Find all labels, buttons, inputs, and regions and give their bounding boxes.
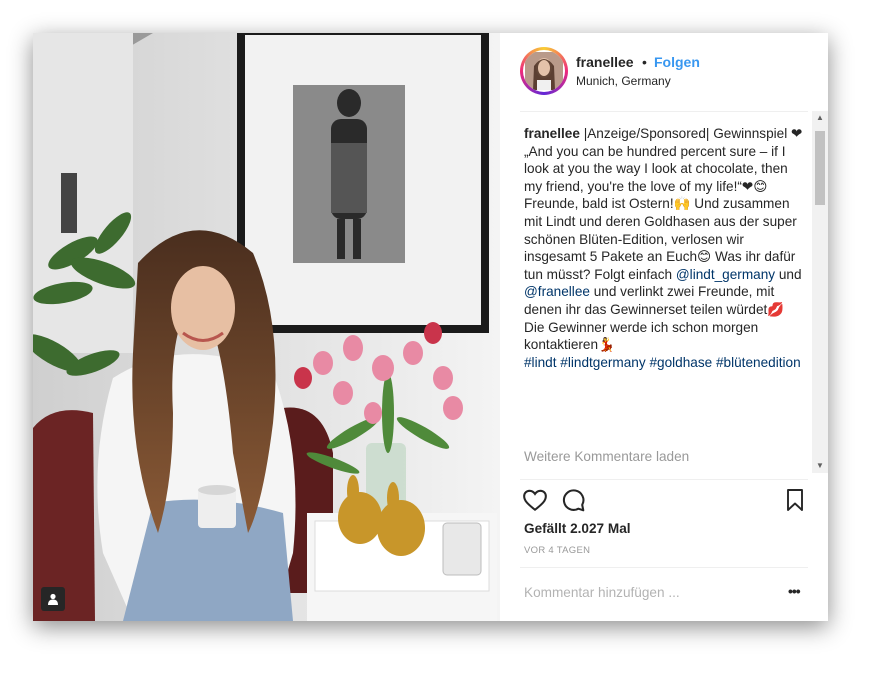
caption-text: |Anzeige/Sponsored| Gewinnspiel ❤ „And y… [524,126,803,282]
caption-tag-link[interactable]: #lindtgermany [560,355,645,370]
speech-bubble-icon[interactable] [560,487,586,518]
more-options-button[interactable]: ••• [788,583,801,599]
post-header: franellee • Folgen Munich, Germany [520,47,816,97]
heart-icon[interactable] [522,487,548,518]
bookmark-icon[interactable] [784,488,806,517]
load-more-comments-link[interactable]: Weitere Kommentare laden [524,449,689,464]
caption-text: und [775,266,806,282]
post-photo-illustration [33,33,500,621]
avatar[interactable] [520,47,568,95]
caption-tag-link[interactable]: #goldhase [649,355,712,370]
caption-scroll-area[interactable]: franellee |Anzeige/Sponsored| Gewinnspie… [524,125,806,473]
caption-username-link[interactable]: franellee [524,126,580,141]
scrollbar-thumb[interactable] [815,131,825,205]
caption-tag-link[interactable]: #blütenedition [716,355,801,370]
location-link[interactable]: Munich, Germany [576,74,671,88]
caption-scrollbar[interactable]: ▲ ▼ [812,111,828,473]
scroll-up-arrow-icon[interactable]: ▲ [812,111,828,125]
comment-input[interactable]: Kommentar hinzufügen ... [524,585,680,600]
caption-tag-link[interactable]: #lindt [524,355,557,370]
caption-tag-link[interactable]: @franellee [524,284,590,299]
comments-divider [520,479,808,480]
input-divider [520,567,808,568]
tagged-user-icon[interactable] [41,587,65,611]
username-link[interactable]: franellee [576,54,634,70]
post-side-panel: franellee • Folgen Munich, Germany frane… [500,33,828,621]
action-bar [522,487,812,515]
post-timestamp[interactable]: VOR 4 TAGEN [524,545,590,556]
avatar-image [523,50,565,92]
header-divider [520,111,808,112]
separator-dot: • [642,54,647,70]
caption-tag-link[interactable]: @lindt_germany [676,267,775,282]
post-photo[interactable] [33,33,500,621]
follow-button[interactable]: Folgen [654,54,700,70]
scroll-down-arrow-icon[interactable]: ▼ [812,459,828,473]
post-caption: franellee |Anzeige/Sponsored| Gewinnspie… [524,125,806,371]
like-count[interactable]: Gefällt 2.027 Mal [524,521,631,536]
instagram-post-card: franellee • Folgen Munich, Germany frane… [33,33,828,621]
